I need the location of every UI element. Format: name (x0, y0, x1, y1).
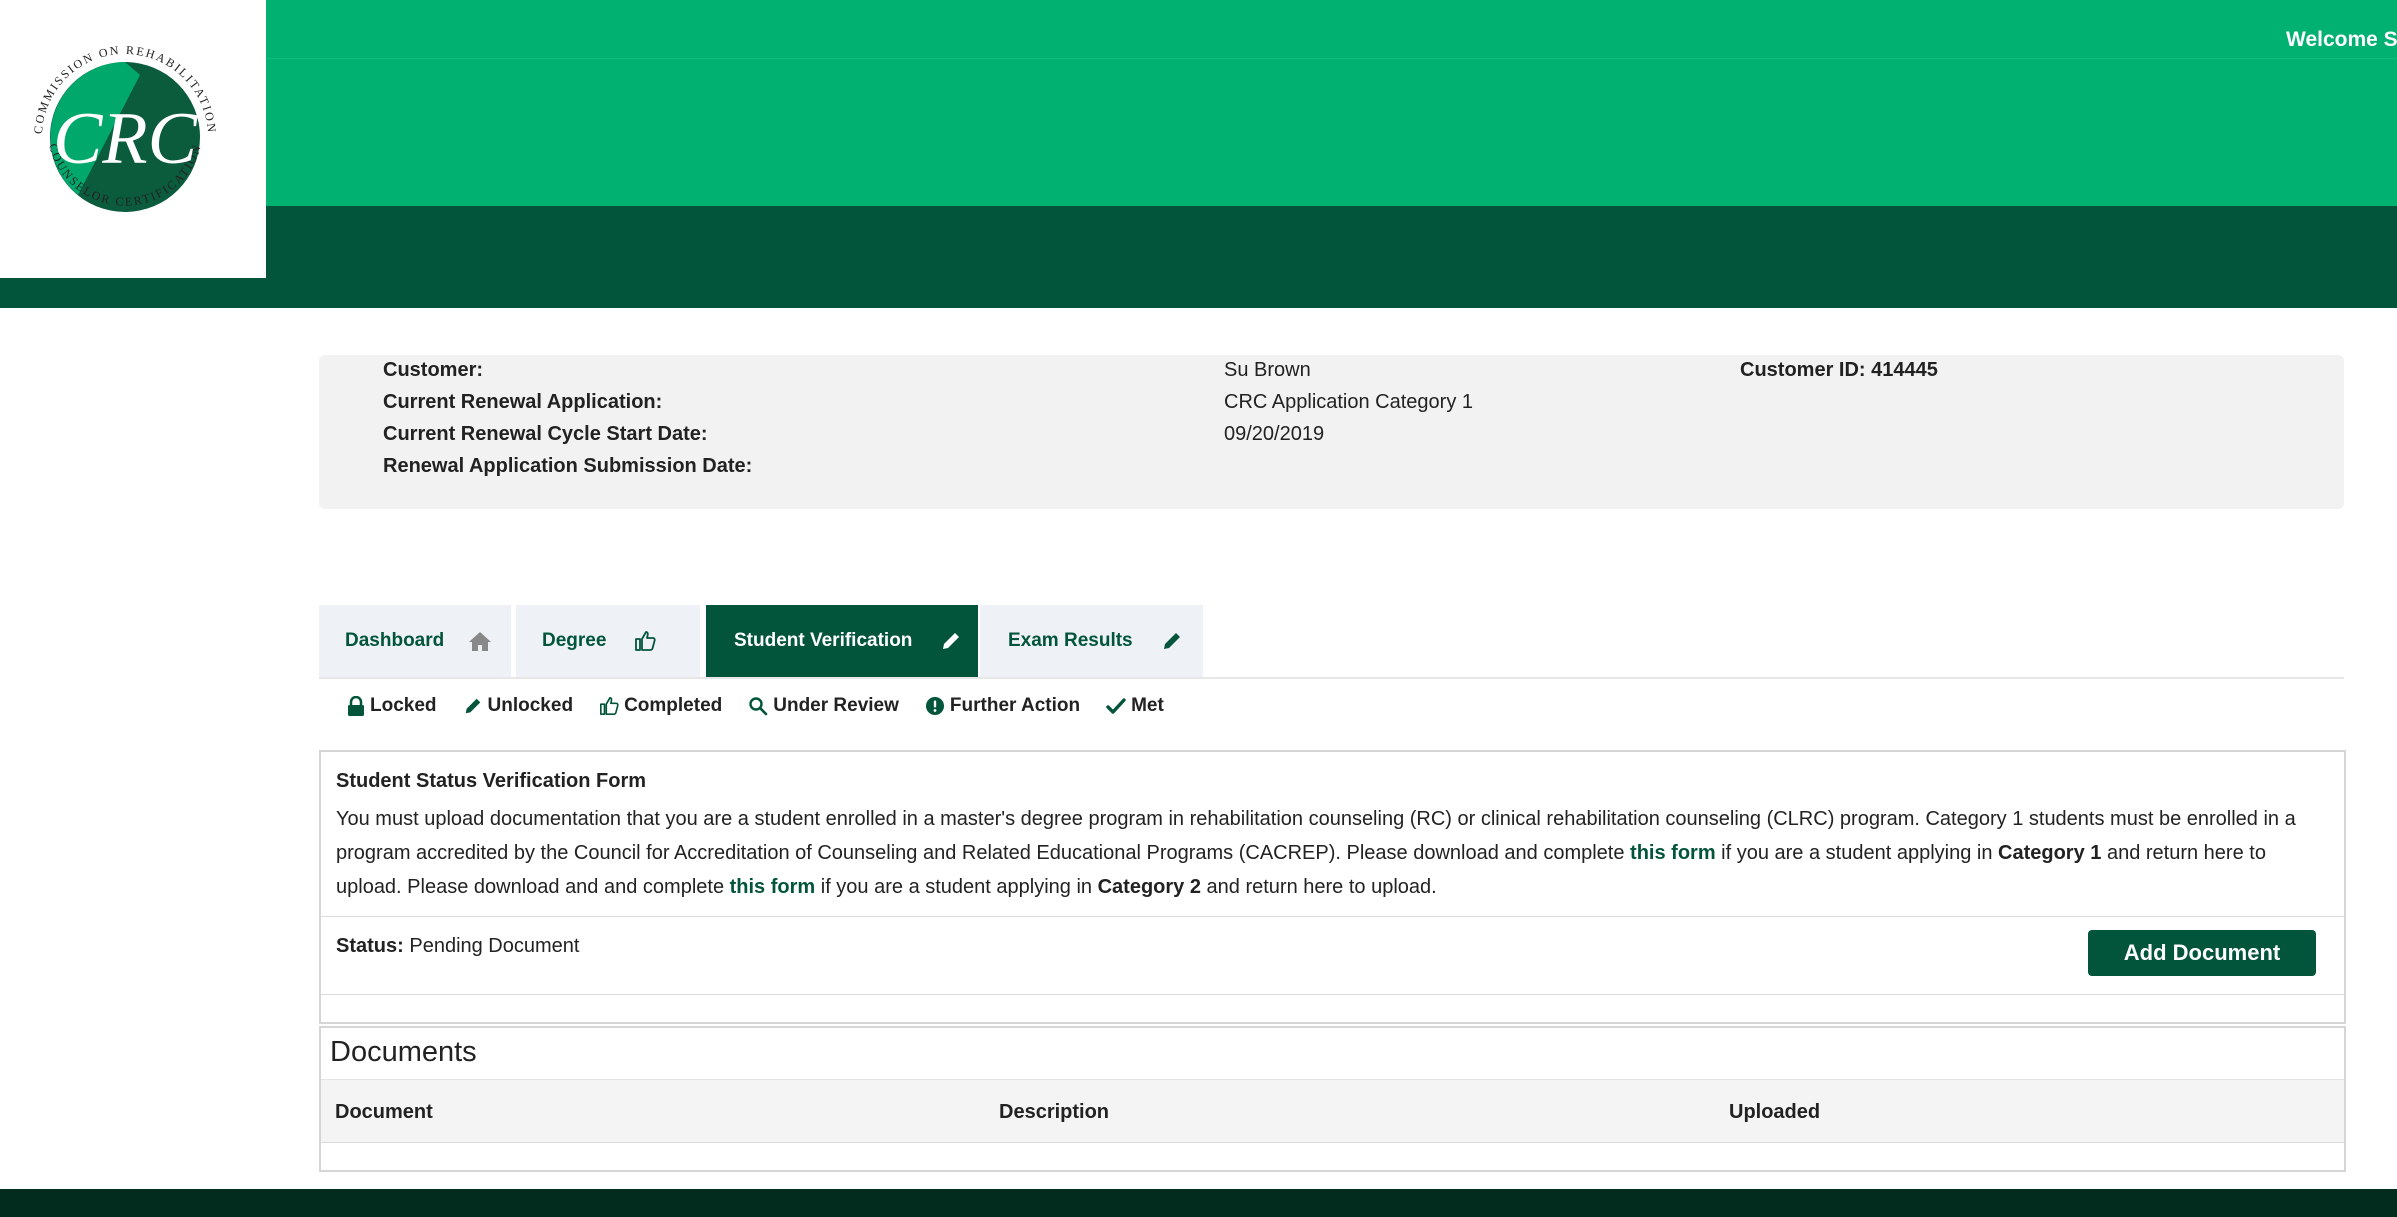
tab-label: Dashboard (345, 630, 445, 651)
divider (321, 994, 2344, 995)
status-text: Status: Pending Document (336, 935, 580, 957)
header-banner (0, 0, 2397, 206)
documents-panel: Documents Document Description Uploaded (319, 1026, 2346, 1172)
add-document-button[interactable]: Add Document (2088, 930, 2316, 976)
thumbs-up-icon (599, 696, 619, 716)
thumbs-up-icon (634, 630, 657, 652)
tab-dashboard[interactable]: Dashboard (319, 605, 511, 677)
footer (0, 1189, 2397, 1217)
documents-table-header: Document Description Uploaded (321, 1079, 2344, 1143)
customer-name: Su Brown (1224, 359, 1311, 381)
form-title: Student Status Verification Form (336, 770, 647, 792)
tab-label: Exam Results (1008, 630, 1133, 651)
header-band (0, 206, 2397, 308)
form-instructions: You must upload documentation that you a… (336, 808, 2296, 898)
customer-label: Customer: (383, 359, 484, 381)
tab-label: Student Verification (734, 630, 913, 651)
legend-further-action: Further Action (925, 695, 1080, 717)
student-verification-panel: Student Status Verification Form You mus… (319, 750, 2346, 1024)
legend-met: Met (1106, 695, 1164, 717)
pencil-icon (940, 630, 962, 652)
status-value: Pending Document (403, 935, 580, 957)
exclamation-circle-icon (925, 696, 945, 716)
search-icon (748, 696, 768, 716)
legend-under-review: Under Review (748, 695, 899, 717)
cycle-start-label: Current Renewal Cycle Start Date: (383, 423, 708, 445)
legend-unlocked: Unlocked (463, 695, 573, 717)
tab-underline (319, 677, 2344, 679)
svg-text:CRC: CRC (53, 98, 199, 180)
renewal-application-label: Current Renewal Application: (383, 391, 663, 413)
home-icon (468, 630, 492, 652)
pencil-icon (463, 696, 483, 716)
column-header-document: Document (335, 1101, 433, 1123)
tab-label: Degree (542, 630, 607, 651)
pencil-icon (1161, 630, 1183, 652)
lock-icon (347, 696, 365, 716)
crc-logo-icon: COMMISSION ON REHABILITATION COUNSELOR C… (31, 43, 217, 212)
welcome-text: Welcome Su (2286, 28, 2397, 51)
documents-title: Documents (330, 1036, 477, 1068)
column-header-description: Description (999, 1101, 1110, 1123)
logo[interactable]: COMMISSION ON REHABILITATION COUNSELOR C… (0, 0, 266, 278)
submission-date-label: Renewal Application Submission Date: (383, 455, 753, 477)
column-header-uploaded: Uploaded (1729, 1101, 1821, 1123)
check-icon (1106, 696, 1126, 716)
tab-student-verification[interactable]: Student Verification (706, 605, 978, 677)
cycle-start-value: 09/20/2019 (1224, 423, 1325, 445)
form-link-category-1[interactable]: this form (1630, 842, 1716, 864)
customer-id: Customer ID: 414445 (1740, 359, 1938, 381)
customer-info-panel: Customer: Current Renewal Application: C… (319, 355, 2344, 509)
legend-completed: Completed (599, 695, 722, 717)
status-legend: Locked Unlocked Completed Under Review F… (347, 693, 1190, 719)
tab-exam-results[interactable]: Exam Results (980, 605, 1203, 677)
divider (321, 916, 2344, 917)
form-link-category-2[interactable]: this form (730, 876, 816, 898)
header-divider (266, 58, 2397, 59)
tab-degree[interactable]: Degree (516, 605, 700, 677)
renewal-application-value: CRC Application Category 1 (1224, 391, 1474, 413)
legend-locked: Locked (347, 695, 437, 717)
